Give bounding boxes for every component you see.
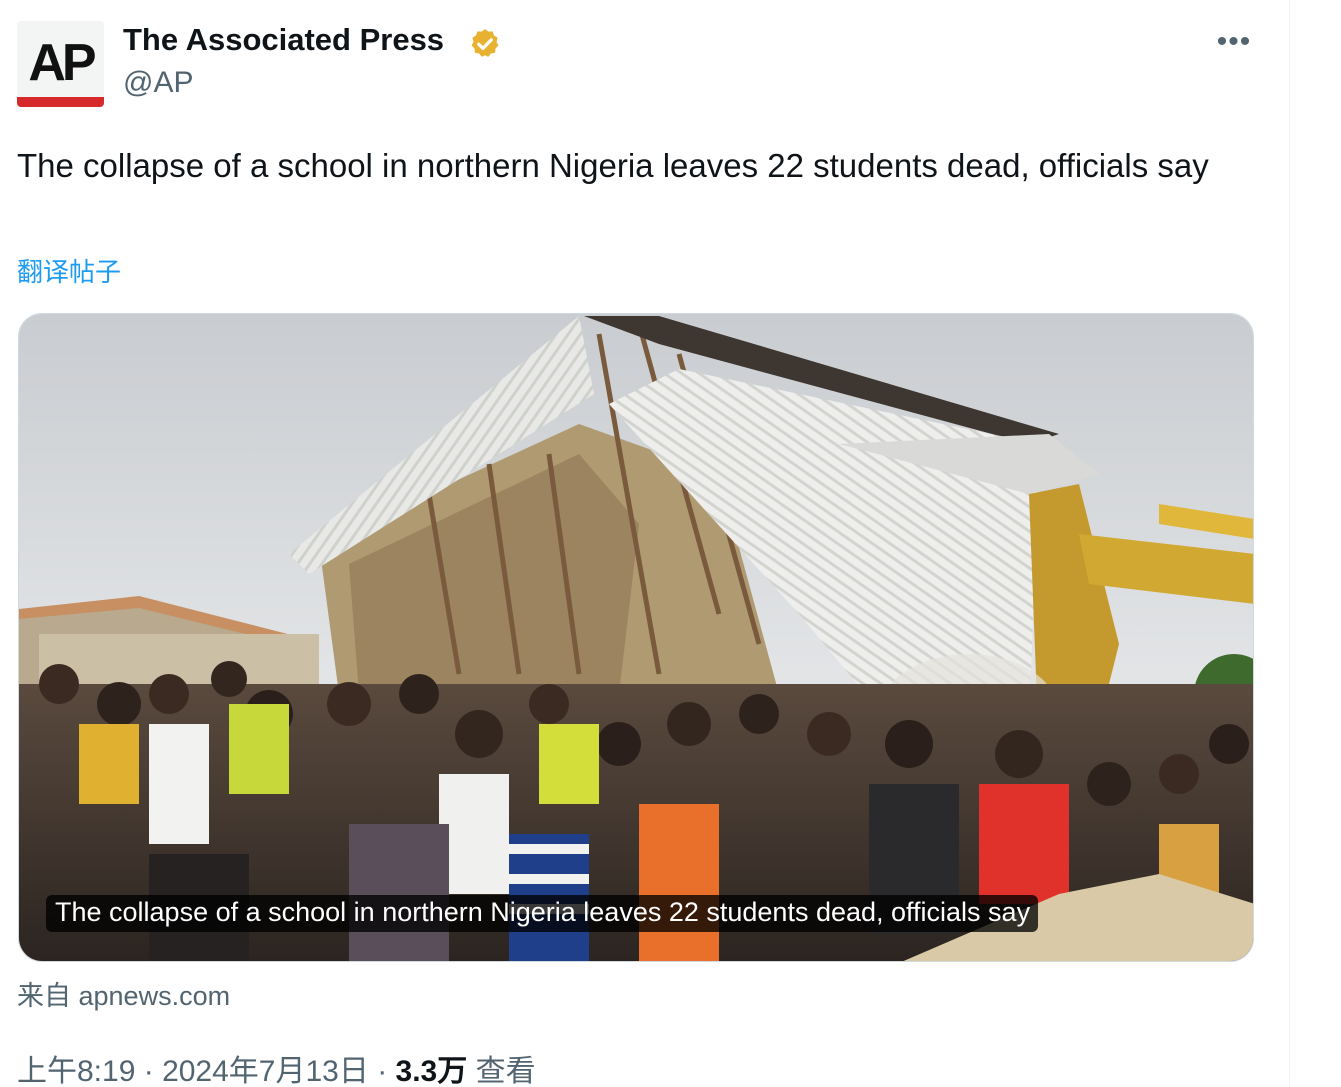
verified-badge-icon[interactable] bbox=[468, 27, 502, 61]
meta-separator: · bbox=[135, 1055, 163, 1087]
card-source[interactable]: 来自 apnews.com bbox=[17, 974, 230, 1013]
tweet-date[interactable]: 2024年7月13日 bbox=[162, 1055, 369, 1087]
author-handle[interactable]: @AP bbox=[123, 66, 193, 100]
avatar-logo-bar bbox=[17, 97, 104, 107]
author-display-name[interactable]: The Associated Press bbox=[123, 22, 444, 58]
avatar[interactable]: AP bbox=[17, 21, 104, 107]
views-count: 3.3万 bbox=[395, 1055, 468, 1087]
tweet-text: The collapse of a school in northern Nig… bbox=[17, 147, 1209, 184]
link-card[interactable]: The collapse of a school in northern Nig… bbox=[18, 313, 1254, 962]
tweet-meta: 上午8:19 · 2024年7月13日 · 3.3万 查看 bbox=[17, 1046, 536, 1087]
tweet-container: AP The Associated Press @AP ••• The coll… bbox=[0, 0, 1290, 1087]
translate-post-link[interactable]: 翻译帖子 bbox=[17, 252, 121, 289]
more-icon[interactable]: ••• bbox=[1212, 25, 1256, 58]
tweet-time[interactable]: 上午8:19 bbox=[17, 1055, 135, 1087]
card-image bbox=[19, 314, 1253, 961]
views-label: 查看 bbox=[467, 1055, 536, 1087]
card-caption: The collapse of a school in northern Nig… bbox=[46, 895, 1039, 932]
meta-separator: · bbox=[368, 1055, 396, 1087]
avatar-logo-text: AP bbox=[28, 34, 96, 92]
